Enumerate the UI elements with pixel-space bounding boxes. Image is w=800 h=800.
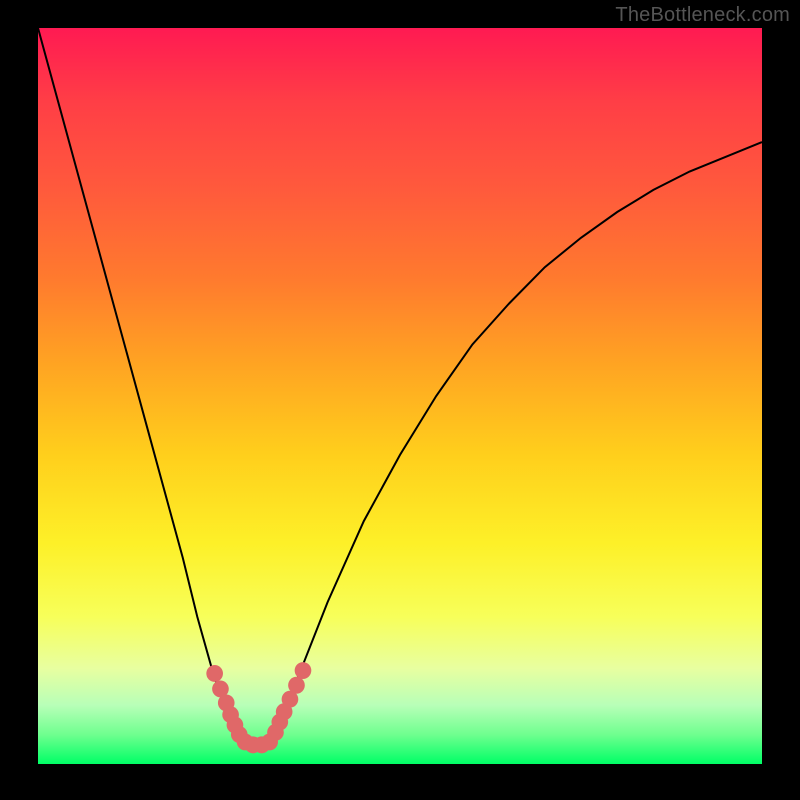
highlight-dots-right-dot <box>288 677 305 694</box>
chart-svg <box>38 28 762 764</box>
highlight-dots-right-dot <box>295 662 312 679</box>
highlight-dots-left-dot <box>206 665 223 682</box>
plot-area <box>38 28 762 764</box>
chart-frame: TheBottleneck.com <box>0 0 800 800</box>
watermark-text: TheBottleneck.com <box>615 4 790 27</box>
bottleneck-curve <box>38 28 762 749</box>
